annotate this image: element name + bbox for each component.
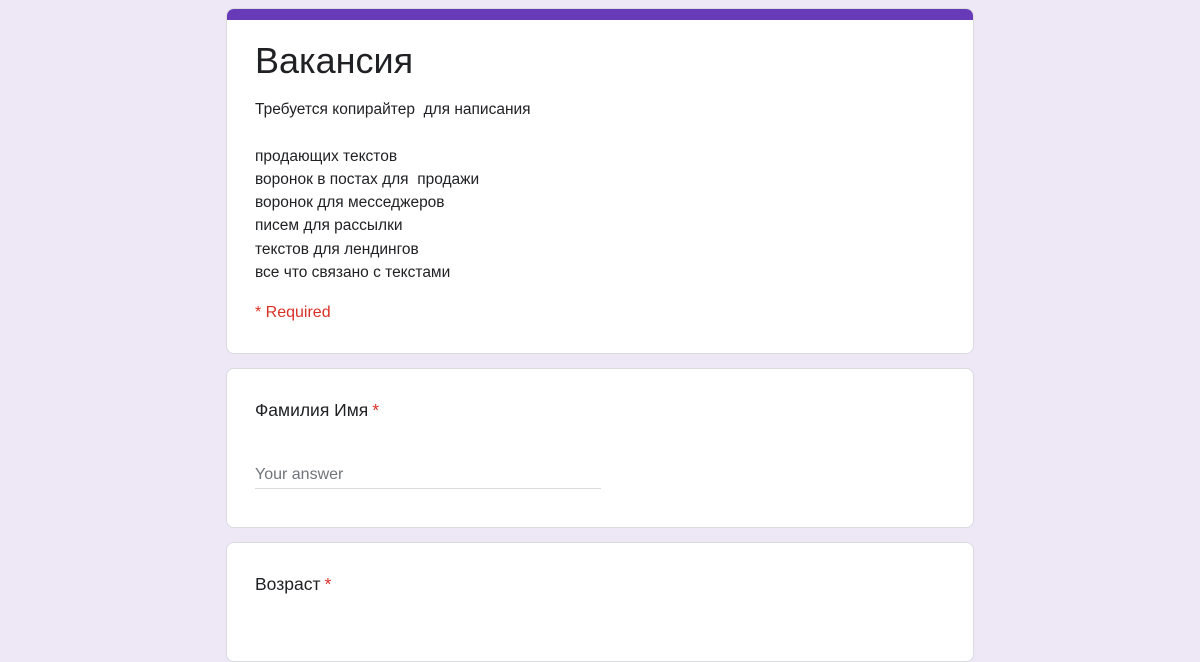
form-container: Вакансия Требуется копирайтер для написа… — [226, 8, 974, 662]
form-accent-bar — [227, 9, 973, 20]
required-note: * Required — [255, 304, 331, 321]
full-name-input[interactable] — [255, 461, 601, 489]
form-title: Вакансия — [255, 40, 414, 81]
form-description: Требуется копирайтер для написания прода… — [255, 101, 531, 282]
form-header-card: Вакансия Требуется копирайтер для написа… — [226, 8, 974, 354]
question-title: Фамилия Имя * — [255, 397, 379, 423]
question-card-age: Возраст * — [226, 542, 974, 662]
question-card-full-name: Фамилия Имя * — [226, 368, 974, 528]
required-asterisk: * — [324, 574, 332, 594]
question-label: Возраст — [255, 574, 321, 594]
question-label: Фамилия Имя — [255, 400, 369, 420]
question-title: Возраст * — [255, 571, 331, 597]
required-asterisk: * — [372, 400, 380, 420]
